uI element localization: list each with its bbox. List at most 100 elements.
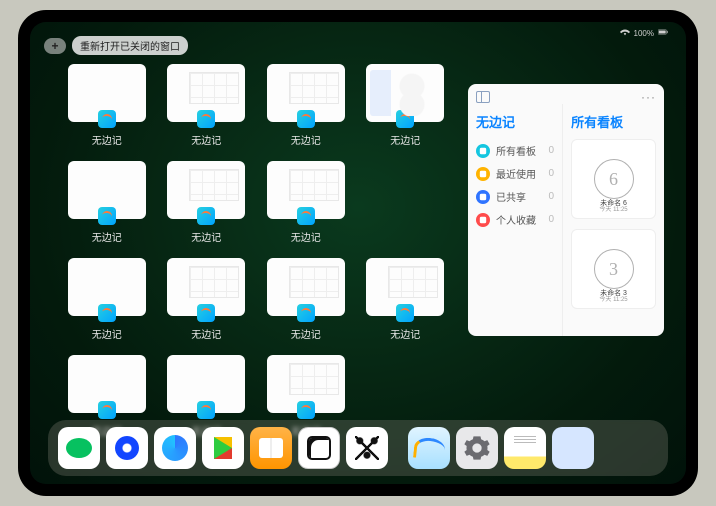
window-label: 无边记 — [390, 326, 420, 341]
window-label: 无边记 — [92, 132, 122, 147]
window-label: 无边记 — [291, 132, 321, 147]
category-icon — [476, 167, 490, 181]
freeform-sidebar-window[interactable]: ··· 无边记 所有看板 0 最近使用 0 已共享 0 个人收藏 0 所有看板 6未命名 6今… — [468, 84, 664, 336]
battery-icon — [658, 28, 668, 38]
video-icon[interactable] — [202, 427, 244, 469]
sidebar-item-count: 0 — [549, 191, 555, 202]
freeform-app-icon — [197, 401, 215, 419]
window-thumbnail — [366, 258, 444, 316]
board-thumbnail: 6 — [594, 159, 634, 199]
status-bar: 100% — [620, 28, 668, 38]
category-icon — [476, 144, 490, 158]
browser2-icon[interactable] — [154, 427, 196, 469]
freeform-app-icon — [396, 304, 414, 322]
freeform-sidebar: 无边记 所有看板 0 最近使用 0 已共享 0 个人收藏 0 — [468, 104, 562, 336]
gear-icon — [463, 434, 491, 462]
board-card[interactable]: 6未命名 6今天 11:25 — [571, 139, 656, 219]
sidebar-title: 无边记 — [476, 112, 554, 131]
sidebar-item[interactable]: 所有看板 0 — [476, 139, 554, 162]
sidebar-item[interactable]: 已共享 0 — [476, 185, 554, 208]
freeform-app-icon — [197, 304, 215, 322]
books-icon[interactable] — [250, 427, 292, 469]
expose-window[interactable]: 无边记 — [66, 258, 148, 341]
sidebar-item[interactable]: 最近使用 0 — [476, 162, 554, 185]
dock — [48, 420, 668, 476]
window-thumbnail — [267, 355, 345, 413]
window-thumbnail — [68, 64, 146, 122]
notes-icon[interactable] — [504, 427, 546, 469]
window-thumbnail — [267, 64, 345, 122]
freeform-app-icon — [197, 207, 215, 225]
freeform-icon[interactable] — [408, 427, 450, 469]
freeform-app-icon — [297, 304, 315, 322]
battery-text: 100% — [634, 29, 654, 38]
freeform-app-icon — [98, 110, 116, 128]
board-card[interactable]: 3未命名 3今天 11:25 — [571, 229, 656, 309]
expose-window[interactable]: 无边记 — [265, 258, 347, 341]
app-library-icon[interactable] — [552, 427, 594, 469]
freeform-app-icon — [396, 110, 414, 128]
freeform-app-icon — [98, 401, 116, 419]
sidebar-item-label: 个人收藏 — [496, 212, 536, 227]
window-label: 无边记 — [191, 326, 221, 341]
window-label: 无边记 — [291, 326, 321, 341]
freeform-app-icon — [98, 304, 116, 322]
window-thumbnail — [68, 355, 146, 413]
expose-window[interactable]: 无边记 — [66, 64, 148, 147]
reopen-closed-window-button[interactable]: 重新打开已关闭的窗口 — [72, 36, 188, 55]
window-label: 无边记 — [191, 132, 221, 147]
category-icon — [476, 213, 490, 227]
ipad-frame: 100% + 重新打开已关闭的窗口 无边记无边记无边记无边记无边记无边记无边记无… — [18, 10, 698, 496]
window-label: 无边记 — [92, 229, 122, 244]
window-label: 无边记 — [291, 229, 321, 244]
window-header: ··· — [468, 84, 664, 104]
window-thumbnail — [68, 161, 146, 219]
sidebar-toggle-icon[interactable] — [476, 91, 490, 103]
expose-window[interactable]: 无边记 — [66, 161, 148, 244]
board-thumbnail: 3 — [594, 249, 634, 289]
window-thumbnail — [267, 161, 345, 219]
screen: 100% + 重新打开已关闭的窗口 无边记无边记无边记无边记无边记无边记无边记无… — [30, 22, 686, 484]
new-window-button[interactable]: + — [44, 38, 66, 54]
expose-window[interactable]: 无边记 — [166, 258, 248, 341]
sidebar-item-label: 所有看板 — [496, 143, 536, 158]
expose-window[interactable]: 无边记 — [365, 64, 447, 147]
expose-window[interactable]: 无边记 — [166, 64, 248, 147]
window-label: 无边记 — [92, 326, 122, 341]
content-title: 所有看板 — [571, 112, 656, 131]
freeform-app-icon — [297, 207, 315, 225]
expose-window[interactable]: 无边记 — [365, 258, 447, 341]
graph-icon[interactable] — [346, 427, 388, 469]
sidebar-item-count: 0 — [549, 145, 555, 156]
sidebar-item-label: 已共享 — [496, 189, 526, 204]
wechat-icon[interactable] — [58, 427, 100, 469]
sidebar-item-label: 最近使用 — [496, 166, 536, 181]
expose-window[interactable]: 无边记 — [166, 161, 248, 244]
board-caption: 未命名 6今天 11:25 — [599, 200, 627, 214]
browser1-icon[interactable] — [106, 427, 148, 469]
category-icon — [476, 190, 490, 204]
board-caption: 未命名 3今天 11:25 — [599, 290, 627, 304]
expose-window[interactable]: 无边记 — [265, 161, 347, 244]
window-thumbnail — [167, 64, 245, 122]
freeform-app-icon — [98, 207, 116, 225]
window-thumbnail — [167, 355, 245, 413]
freeform-app-icon — [197, 110, 215, 128]
sidebar-item[interactable]: 个人收藏 0 — [476, 208, 554, 231]
expose-window[interactable]: 无边记 — [265, 64, 347, 147]
reopen-bar: + 重新打开已关闭的窗口 — [44, 36, 188, 55]
sidebar-item-count: 0 — [549, 168, 555, 179]
freeform-app-icon — [297, 110, 315, 128]
window-label: 无边记 — [390, 132, 420, 147]
more-icon[interactable]: ··· — [641, 90, 656, 104]
sidebar-item-count: 0 — [549, 214, 555, 225]
window-thumbnail — [167, 161, 245, 219]
window-thumbnail — [366, 64, 444, 122]
freeform-app-icon — [297, 401, 315, 419]
window-thumbnail — [267, 258, 345, 316]
app-expose-grid: 无边记无边记无边记无边记无边记无边记无边记无边记无边记无边记无边记无边记无边记无… — [66, 64, 446, 438]
game-icon[interactable] — [298, 427, 340, 469]
settings-icon[interactable] — [456, 427, 498, 469]
wifi-icon — [620, 28, 630, 38]
freeform-content: 所有看板 6未命名 6今天 11:25 3未命名 3今天 11:25 — [562, 104, 664, 336]
